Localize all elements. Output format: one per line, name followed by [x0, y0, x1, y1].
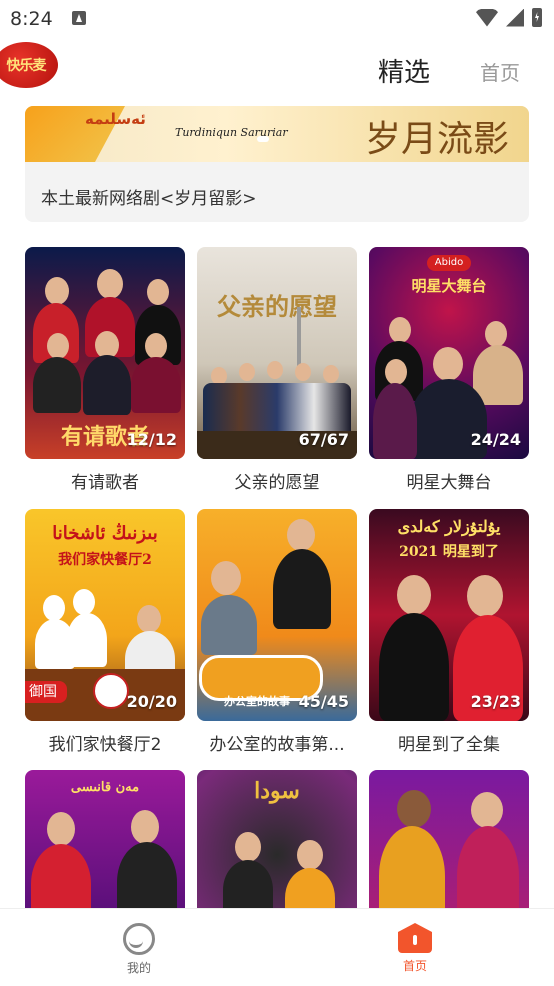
user-icon: [123, 923, 155, 955]
bottom-tab-bar: 我的 首页: [0, 908, 554, 986]
poster-uyghur-title: بىزنىڭ ئاشخانا: [52, 523, 158, 544]
poster-title: 父亲的愿望: [217, 292, 337, 321]
episode-count: 12/12: [126, 430, 177, 449]
show-card[interactable]: يۇلتۇزلار كەلدى 2021 明星到了 23/23 明星到了全集: [369, 509, 529, 755]
poster-uyghur-title: مەن قانىسى: [70, 780, 140, 795]
person-figure: [323, 365, 339, 383]
show-title: 明星大舞台: [406, 473, 492, 493]
show-poster: يۇلتۇزلار كەلدى 2021 明星到了 23/23: [369, 509, 529, 721]
chef-hat: [43, 595, 65, 621]
person-figure: [239, 363, 255, 381]
status-bar: 8:24: [0, 0, 554, 36]
tab-featured[interactable]: 精选: [378, 52, 430, 89]
person-figure: [211, 561, 241, 595]
episode-count: 20/20: [126, 692, 177, 711]
person-figure: [389, 317, 411, 343]
person-figure: [379, 613, 449, 721]
featured-banner[interactable]: ئەسلىمە Turdiniqun Saruriar 岁月流影 本土最新网络剧…: [25, 106, 529, 222]
home-icon: [398, 923, 432, 953]
show-card[interactable]: Abido 明星大舞台 24/24 明星大舞台: [369, 247, 529, 493]
person-figure: [47, 333, 69, 359]
person-figure: [131, 810, 159, 844]
person-figure: [83, 355, 131, 415]
show-title: 父亲的愿望: [234, 473, 320, 493]
show-card[interactable]: 有请歌者 12/12 有请歌者: [25, 247, 185, 493]
status-time: 8:24: [10, 8, 53, 30]
person-figure: [471, 792, 503, 828]
person-figure: [273, 549, 331, 629]
episode-count: 24/24: [470, 430, 521, 449]
tab-home-label: 首页: [402, 959, 427, 973]
carousel-indicator[interactable]: [257, 136, 269, 142]
person-figure: [267, 361, 283, 379]
person-figure: [485, 321, 507, 347]
person-figure: [235, 832, 261, 862]
restaurant-logo: [93, 673, 129, 709]
person-figure: [467, 575, 503, 617]
person-figure: [287, 519, 315, 551]
signal-icon: [506, 8, 524, 27]
person-figure: [295, 363, 311, 381]
person-figure: [397, 790, 431, 828]
show-title: 明星到了全集: [398, 735, 500, 755]
person-figure: [385, 359, 407, 385]
show-card[interactable]: 办公室的故事 45/45 办公室的故事第...: [197, 509, 357, 755]
person-figure: [131, 357, 181, 413]
show-card[interactable]: بىزنىڭ ئاشخانا 我们家快餐厅2 御国 20/20 我们家快餐厅2: [25, 509, 185, 755]
person-figure: [145, 333, 167, 359]
person-figure: [201, 595, 257, 655]
tab-me-label: 我的: [126, 961, 151, 975]
tab-home[interactable]: 首页: [480, 57, 520, 86]
banner-overlay-title: 岁月流影: [365, 119, 510, 160]
person-figure: [47, 812, 75, 846]
show-poster: 办公室的故事 45/45: [197, 509, 357, 721]
status-icons: [476, 8, 542, 27]
show-title: 办公室的故事第...: [209, 735, 345, 755]
banner-caption: 本土最新网络剧<岁月留影>: [41, 189, 257, 209]
episode-count: 67/67: [298, 430, 349, 449]
logo-text: 快乐麦: [6, 58, 47, 74]
banner-image: ئەسلىمە Turdiniqun Saruriar 岁月流影: [25, 106, 529, 162]
person-figure: [433, 347, 463, 381]
show-card[interactable]: 父亲的愿望 67/67 父亲的愿望: [197, 247, 357, 493]
poster-title: 明星大舞台: [411, 277, 487, 295]
sim-icon: [72, 11, 86, 25]
person-figure: [67, 613, 107, 667]
poster-uyghur-title: سودا: [254, 778, 300, 804]
episode-count: 23/23: [470, 692, 521, 711]
person-figure: [147, 279, 169, 305]
app-logo[interactable]: 快乐麦: [0, 42, 58, 88]
wifi-icon: [476, 8, 498, 27]
app-header: 快乐麦 精选 首页: [0, 36, 554, 106]
person-figure: [373, 383, 417, 459]
show-poster: 父亲的愿望 67/67: [197, 247, 357, 459]
poster-title: 2021 明星到了: [399, 544, 499, 560]
person-figure: [397, 575, 431, 615]
show-poster: 有请歌者 12/12: [25, 247, 185, 459]
battery-charging-icon: [532, 8, 542, 27]
banner-uyghur-logo: ئەسلىمە: [85, 110, 146, 128]
tab-me[interactable]: 我的: [109, 923, 169, 976]
show-title: 我们家快餐厅2: [48, 735, 162, 755]
poster-title: 我们家快餐厅2: [58, 552, 152, 568]
person-figure: [97, 269, 123, 299]
person-figure: [45, 277, 69, 305]
person-figure: [137, 605, 161, 633]
tab-home-nav[interactable]: 首页: [385, 923, 445, 974]
poster-uyghur-title: يۇلتۇزلار كەلدى: [397, 517, 501, 536]
chef-hat: [73, 589, 95, 615]
person-figure: [33, 357, 81, 413]
channel-logo: Abido: [427, 255, 471, 271]
show-poster: Abido 明星大舞台 24/24: [369, 247, 529, 459]
banner-subtitle: Turdiniqun Saruriar: [175, 126, 288, 139]
person-figure: [297, 840, 323, 870]
show-poster: بىزنىڭ ئاشخانا 我们家快餐厅2 御国 20/20: [25, 509, 185, 721]
sign: 御国: [25, 681, 67, 703]
episode-count: 45/45: [298, 692, 349, 711]
show-title: 有请歌者: [71, 473, 139, 493]
